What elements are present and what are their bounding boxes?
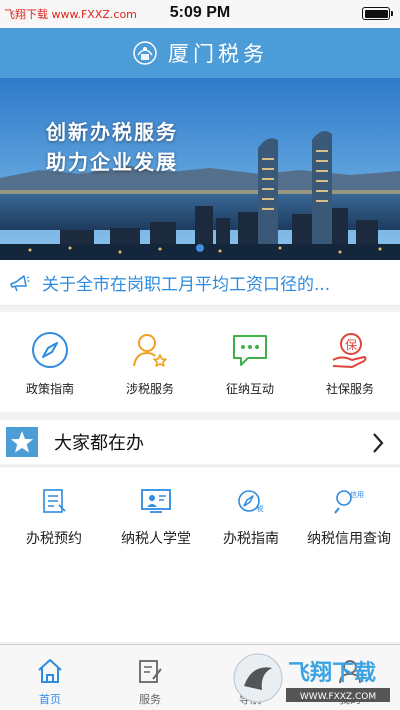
- app-header: 厦门税务: [0, 28, 400, 78]
- quick-item-label: 办税预约: [26, 531, 82, 547]
- chat-bubble-icon: [233, 335, 267, 366]
- promo-banner[interactable]: 创新办税服务 助力企业发展: [0, 78, 400, 260]
- section-title: 大家都在办: [54, 433, 144, 454]
- banner-page-indicator[interactable]: [196, 244, 204, 252]
- service-label: 征纳互动: [225, 382, 274, 396]
- battery-icon: [362, 7, 393, 20]
- guide-compass-icon: 税: [238, 490, 264, 513]
- quick-item-appointment[interactable]: 办税预约: [0, 467, 108, 548]
- service-edit-icon: [139, 660, 162, 683]
- service-item-social-security[interactable]: 保 社保服务: [300, 312, 400, 412]
- svg-text:信用: 信用: [350, 490, 364, 499]
- service-item-interaction[interactable]: 征纳互动: [200, 312, 300, 412]
- notice-bar[interactable]: 关于全市在岗职工月平均工资口径的...: [0, 260, 400, 306]
- banner-slogan-line1: 创新办税服务: [46, 120, 178, 144]
- watermark-logo: 飞翔下载 WWW.FXXZ.COM: [232, 650, 396, 708]
- home-icon: [38, 659, 62, 683]
- appointment-icon: [43, 489, 66, 513]
- credit-search-icon: 信用: [334, 490, 364, 514]
- svg-text:保: 保: [345, 338, 357, 352]
- tab-label: 服务: [139, 693, 161, 706]
- quick-item-label: 纳税人学堂: [121, 531, 191, 547]
- popular-section-header[interactable]: 大家都在办: [0, 420, 400, 464]
- service-label: 涉税服务: [125, 382, 174, 396]
- watermark-brand: 飞翔下载: [288, 660, 376, 686]
- notice-text[interactable]: 关于全市在岗职工月平均工资口径的...: [42, 270, 382, 295]
- svg-text:税: 税: [257, 504, 264, 513]
- quick-actions: 办税预约 纳税人学堂 税 办税指南 信用 纳税信用查询: [0, 466, 400, 642]
- tax-emblem-icon: [133, 41, 157, 65]
- service-label: 政策指南: [25, 382, 74, 396]
- chevron-right-icon[interactable]: [372, 432, 384, 454]
- page-title: 厦门税务: [168, 42, 268, 66]
- watermark-url: WWW.FXXZ.COM: [300, 692, 376, 702]
- service-item-policy-guide[interactable]: 政策指南: [0, 312, 100, 412]
- person-star-icon: [133, 334, 167, 367]
- tab-service[interactable]: 服务: [100, 645, 200, 710]
- quick-item-classroom[interactable]: 纳税人学堂: [108, 467, 204, 548]
- star-icon: [6, 427, 38, 457]
- tab-home[interactable]: 首页: [0, 645, 100, 710]
- tab-label: 首页: [39, 693, 61, 706]
- banner-slogan-line2: 助力企业发展: [46, 150, 178, 174]
- quick-item-label: 纳税信用查询: [307, 531, 391, 547]
- classroom-icon: [141, 489, 171, 513]
- status-bar: 飞翔下载 www.FXXZ.com 5:09 PM: [0, 0, 400, 28]
- service-item-tax-service[interactable]: 涉税服务: [100, 312, 200, 412]
- service-grid: 政策指南 涉税服务 征纳互动 保 社保服务: [0, 312, 400, 412]
- status-time: 5:09 PM: [169, 4, 231, 21]
- hand-baby-icon: 保: [332, 333, 367, 368]
- megaphone-icon: [10, 274, 30, 291]
- quick-item-label: 办税指南: [223, 531, 279, 547]
- quick-item-credit-search[interactable]: 信用 纳税信用查询: [298, 467, 400, 548]
- compass-icon: [32, 332, 68, 368]
- service-label: 社保服务: [325, 382, 374, 396]
- quick-item-tax-guide[interactable]: 税 办税指南: [204, 467, 298, 548]
